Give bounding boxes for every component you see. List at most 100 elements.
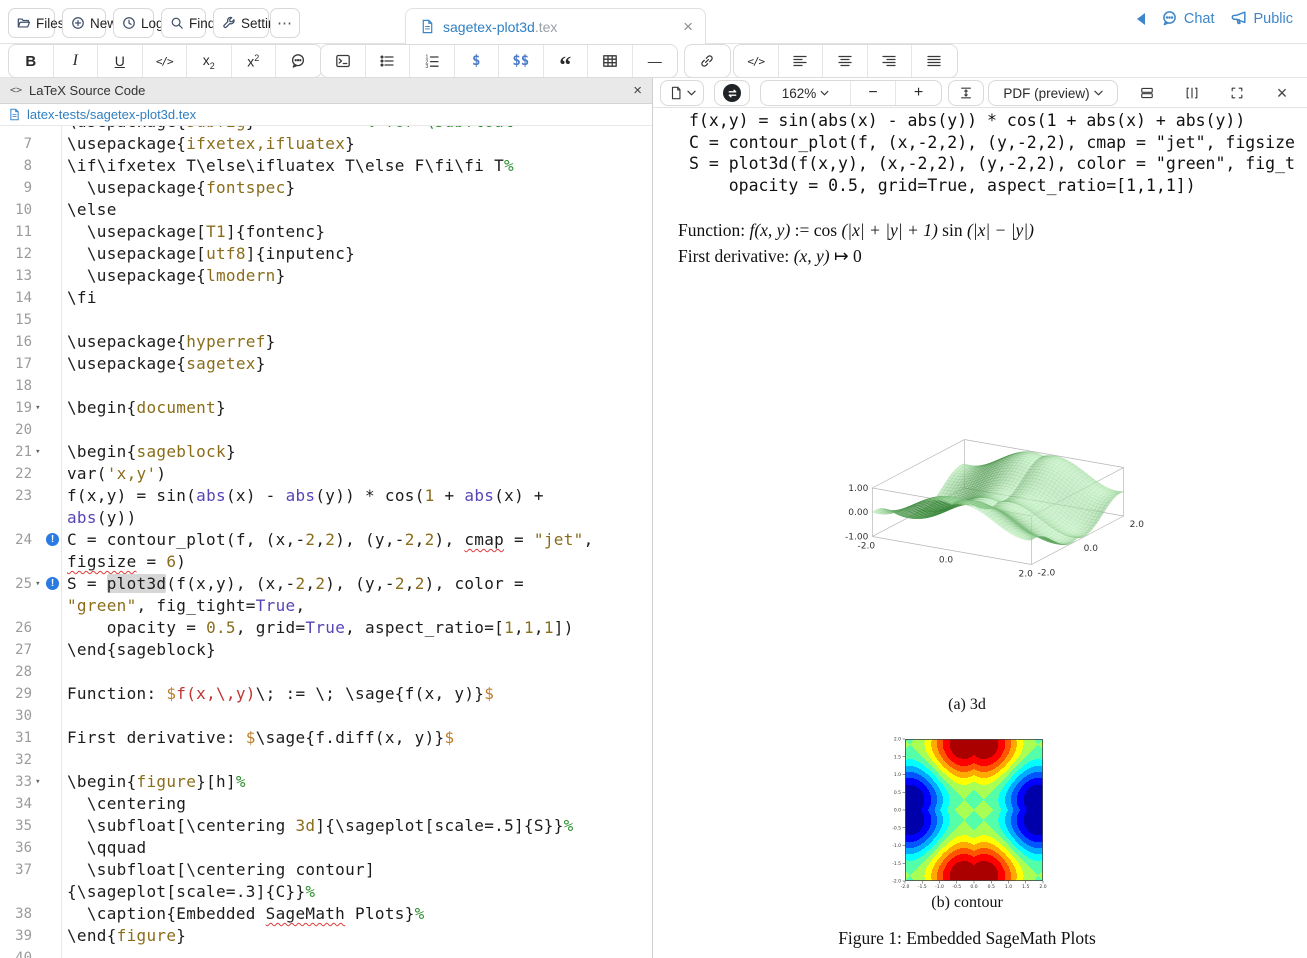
code-text bbox=[61, 947, 67, 958]
code-row[interactable]: 15 bbox=[0, 309, 652, 331]
code-row[interactable]: 13 \usepackage{lmodern} bbox=[0, 265, 652, 287]
file-icon bbox=[8, 108, 21, 121]
collapse-left-icon[interactable] bbox=[1137, 13, 1145, 25]
new-button[interactable]: New bbox=[62, 8, 106, 38]
preview-mode-dropdown[interactable]: PDF (preview) bbox=[988, 80, 1118, 106]
zoom-out-button[interactable]: − bbox=[851, 81, 896, 105]
code-row[interactable]: 36 \qquad bbox=[0, 837, 652, 859]
fold-gutter bbox=[32, 837, 44, 859]
files-button[interactable]: Files bbox=[8, 8, 55, 38]
tab-sagetex-plot3d[interactable]: sagetex-plot3d.tex × bbox=[405, 8, 706, 44]
pdf-preview[interactable]: f(x,y) = sin(abs(x) - abs(y)) * cos(1 + … bbox=[653, 108, 1307, 958]
code-row[interactable]: 28 bbox=[0, 661, 652, 683]
code-row[interactable]: 22var('x,y') bbox=[0, 463, 652, 485]
find-button[interactable]: Find bbox=[161, 8, 206, 38]
code-row[interactable]: 38 \caption{Embedded SageMath Plots}% bbox=[0, 903, 652, 925]
chat-button[interactable]: Chat bbox=[1161, 10, 1215, 27]
code-row[interactable]: 33▾\begin{figure}[h]% bbox=[0, 771, 652, 793]
code-text: \centering bbox=[61, 793, 186, 815]
code-row[interactable]: 26 opacity = 0.5, grid=True, aspect_rati… bbox=[0, 617, 652, 639]
lint-warning-icon[interactable]: ! bbox=[44, 573, 61, 595]
code-row[interactable]: 35 \subfloat[\centering 3d]{\sageplot[sc… bbox=[0, 815, 652, 837]
code-environment-button[interactable]: </> bbox=[734, 45, 779, 77]
fold-arrow-icon[interactable]: ▾ bbox=[32, 573, 44, 595]
link-button[interactable] bbox=[685, 45, 730, 77]
italic-button[interactable]: I bbox=[54, 45, 99, 77]
subscript-button[interactable]: x2 bbox=[187, 45, 232, 77]
code-row[interactable]: 21▾\begin{sageblock} bbox=[0, 441, 652, 463]
code-row[interactable]: 6\usepackage{subfig} % for \subfloat bbox=[0, 126, 652, 133]
code-row[interactable]: 20 bbox=[0, 419, 652, 441]
code-row[interactable]: 30 bbox=[0, 705, 652, 727]
split-horizontal-button[interactable] bbox=[1132, 81, 1162, 105]
pdf-close-button[interactable]: × bbox=[1267, 81, 1297, 105]
bullet-list-button[interactable] bbox=[366, 45, 411, 77]
lint-warning-icon[interactable]: ! bbox=[44, 529, 61, 551]
code-row[interactable]: 9 \usepackage{fontspec} bbox=[0, 177, 652, 199]
code-row[interactable]: 7\usepackage{ifxetex,ifluatex} bbox=[0, 133, 652, 155]
fold-gutter bbox=[32, 155, 44, 177]
code-text: \end{sageblock} bbox=[61, 639, 216, 661]
sync-compile-button[interactable] bbox=[714, 80, 750, 106]
code-row[interactable]: 29Function: $f(x,\,y)\; := \; \sage{f(x,… bbox=[0, 683, 652, 705]
fold-arrow-icon[interactable]: ▾ bbox=[32, 397, 44, 419]
tab-close-icon[interactable]: × bbox=[683, 18, 693, 35]
table-button[interactable] bbox=[588, 45, 633, 77]
code-row[interactable]: figsize = 6) bbox=[0, 551, 652, 573]
zoom-level-dropdown[interactable]: 162% bbox=[761, 81, 851, 105]
comment-button[interactable] bbox=[276, 45, 321, 77]
code-row[interactable]: 17\usepackage{sagetex} bbox=[0, 353, 652, 375]
code-row[interactable]: abs(y)) bbox=[0, 507, 652, 529]
code-row[interactable]: 8\if\ifxetex T\else\ifluatex T\else F\fi… bbox=[0, 155, 652, 177]
line-number: 12 bbox=[0, 243, 32, 265]
code-row[interactable]: 27\end{sageblock} bbox=[0, 639, 652, 661]
blockquote-button[interactable]: “ bbox=[544, 45, 589, 77]
display-math-button[interactable]: $$ bbox=[499, 45, 544, 77]
source-pane-close-icon[interactable]: × bbox=[633, 82, 642, 99]
justify-button[interactable] bbox=[912, 45, 957, 77]
code-row[interactable]: 16\usepackage{hyperref} bbox=[0, 331, 652, 353]
public-button[interactable]: Public bbox=[1231, 10, 1294, 27]
code-row[interactable]: 34 \centering bbox=[0, 793, 652, 815]
code-row[interactable]: 24!C = contour_plot(f, (x,-2,2), (y,-2,2… bbox=[0, 529, 652, 551]
log-button[interactable]: Log bbox=[113, 8, 154, 38]
code-row[interactable]: 14\fi bbox=[0, 287, 652, 309]
align-center-button[interactable] bbox=[823, 45, 868, 77]
numbered-list-button[interactable]: 123 bbox=[410, 45, 455, 77]
fold-arrow-icon[interactable]: ▾ bbox=[32, 771, 44, 793]
code-row[interactable]: 12 \usepackage[utf8]{inputenc} bbox=[0, 243, 652, 265]
underline-button[interactable]: U bbox=[98, 45, 143, 77]
inline-code-button[interactable]: </> bbox=[143, 45, 188, 77]
inline-math-button[interactable]: $ bbox=[455, 45, 500, 77]
align-right-button[interactable] bbox=[868, 45, 913, 77]
superscript-button[interactable]: x2 bbox=[232, 45, 277, 77]
code-row[interactable]: "green", fig_tight=True, bbox=[0, 595, 652, 617]
code-row[interactable]: 37 \subfloat[\centering contour] bbox=[0, 859, 652, 881]
lint-gutter bbox=[44, 793, 61, 815]
code-row[interactable]: 39\end{figure} bbox=[0, 925, 652, 947]
page-menu-button[interactable] bbox=[660, 80, 704, 106]
breadcrumb[interactable]: latex-tests/sagetex-plot3d.tex bbox=[0, 104, 652, 126]
zoom-in-button[interactable]: + bbox=[896, 81, 941, 105]
code-block-button[interactable] bbox=[321, 45, 366, 77]
bold-button[interactable]: B bbox=[9, 45, 54, 77]
code-row[interactable]: 32 bbox=[0, 749, 652, 771]
code-row[interactable]: 19▾\begin{document} bbox=[0, 397, 652, 419]
fullscreen-button[interactable] bbox=[1222, 81, 1252, 105]
code-row[interactable]: 25▾!S = plot3d(f(x,y), (x,-2,2), (y,-2,2… bbox=[0, 573, 652, 595]
setting-button[interactable]: Setting bbox=[213, 8, 269, 38]
horizontal-rule-button[interactable]: — bbox=[633, 45, 678, 77]
fold-arrow-icon[interactable]: ▾ bbox=[32, 441, 44, 463]
code-row[interactable]: 10\else bbox=[0, 199, 652, 221]
code-row[interactable]: 31First derivative: $\sage{f.diff(x, y)}… bbox=[0, 727, 652, 749]
code-row[interactable]: 11 \usepackage[T1]{fontenc} bbox=[0, 221, 652, 243]
code-editor[interactable]: 6\usepackage{subfig} % for \subfloat7\us… bbox=[0, 126, 652, 958]
code-row[interactable]: 18 bbox=[0, 375, 652, 397]
align-left-button[interactable] bbox=[779, 45, 824, 77]
code-row[interactable]: {\sageplot[scale=.3]{C}}% bbox=[0, 881, 652, 903]
fit-height-button[interactable] bbox=[948, 80, 984, 106]
more-button[interactable]: ⋯ bbox=[270, 8, 300, 38]
code-row[interactable]: 40 bbox=[0, 947, 652, 958]
code-row[interactable]: 23f(x,y) = sin(abs(x) - abs(y)) * cos(1 … bbox=[0, 485, 652, 507]
split-vertical-button[interactable] bbox=[1177, 81, 1207, 105]
